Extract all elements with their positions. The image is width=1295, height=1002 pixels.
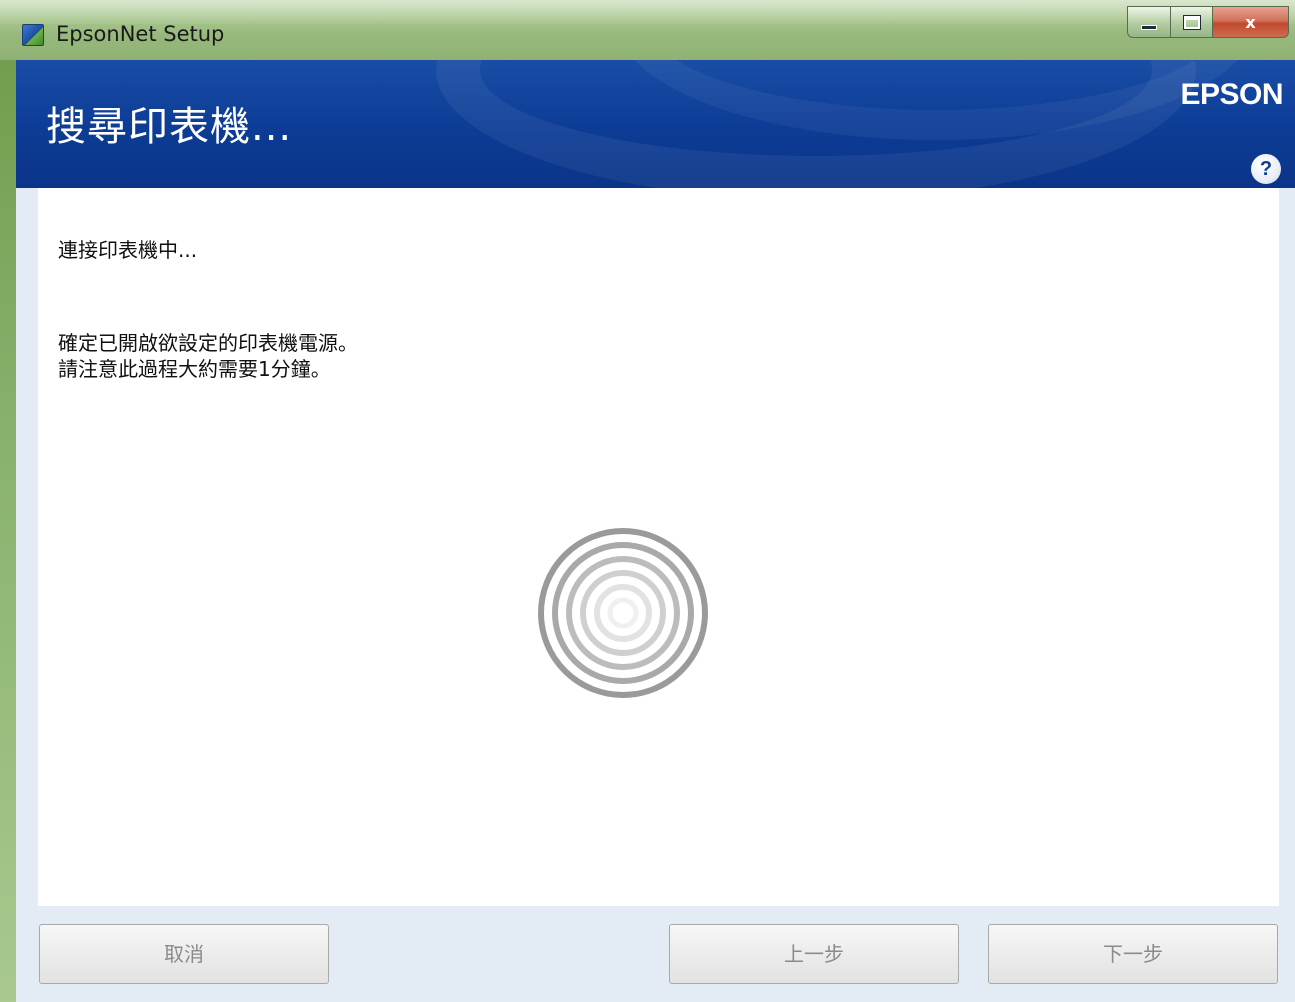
maximize-icon xyxy=(1182,14,1201,30)
minimize-icon xyxy=(1141,24,1157,30)
spinner-ring-5 xyxy=(594,584,652,642)
status-message: 連接印表機中... xyxy=(58,238,198,262)
instruction-text: 確定已開啟欲設定的印表機電源。 請注意此過程大約需要1分鐘。 xyxy=(58,330,358,382)
caption-buttons: x xyxy=(1127,6,1289,44)
close-button[interactable]: x xyxy=(1213,6,1289,38)
epson-logo: EPSON xyxy=(1180,78,1283,111)
title-bar[interactable]: EpsonNet Setup x xyxy=(0,0,1295,60)
cancel-button[interactable]: 取消 xyxy=(39,924,329,984)
epsonnet-app-icon[interactable] xyxy=(22,24,44,46)
window-title: EpsonNet Setup xyxy=(56,22,225,46)
close-icon: x xyxy=(1245,12,1256,32)
instruction-line-1: 確定已開啟欲設定的印表機電源。 xyxy=(58,331,358,355)
instruction-line-2: 請注意此過程大約需要1分鐘。 xyxy=(58,357,331,381)
epsonnet-setup-window: EpsonNet Setup x 搜尋印表機... EPSON ? 連接印表機中… xyxy=(0,0,1295,1002)
minimize-button[interactable] xyxy=(1127,6,1171,38)
header-banner: 搜尋印表機... EPSON ? xyxy=(16,60,1295,188)
loading-spinner-icon xyxy=(538,528,708,698)
spinner-ring-2 xyxy=(552,542,694,684)
spinner-ring-6 xyxy=(607,597,639,629)
back-button[interactable]: 上一步 xyxy=(669,924,959,984)
client-area: 搜尋印表機... EPSON ? 連接印表機中... 確定已開啟欲設定的印表機電… xyxy=(16,60,1295,1002)
content-panel: 連接印表機中... 確定已開啟欲設定的印表機電源。 請注意此過程大約需要1分鐘。 xyxy=(38,188,1279,906)
spinner-ring-1 xyxy=(538,528,708,698)
page-title: 搜尋印表機... xyxy=(46,104,293,150)
next-button[interactable]: 下一步 xyxy=(988,924,1278,984)
maximize-button[interactable] xyxy=(1171,6,1213,38)
help-icon[interactable]: ? xyxy=(1251,154,1281,184)
